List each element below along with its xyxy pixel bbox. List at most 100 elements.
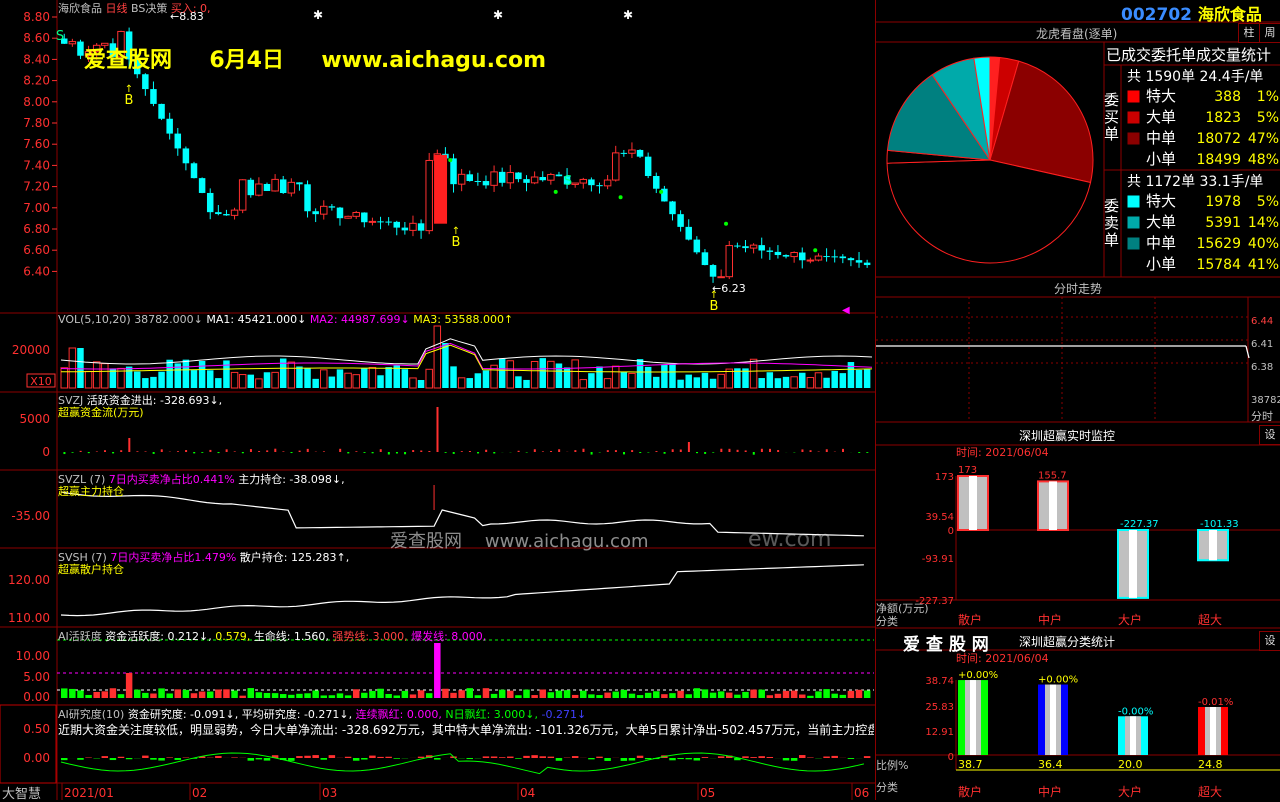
watermark-url: www.aichagu.com <box>321 48 546 73</box>
ai-research-bar <box>758 756 764 758</box>
candle-body-up <box>239 180 245 210</box>
svzj-bar <box>469 451 471 452</box>
svzj-bar <box>664 452 666 454</box>
sell-row-label: 小单 <box>1146 255 1176 273</box>
vol-bar-down <box>134 372 140 388</box>
candle-body-down <box>499 172 505 183</box>
vol-label: VOL(5,10,20) <box>58 313 131 326</box>
intraday-label[interactable]: 分时 <box>1251 408 1273 424</box>
buy-row-label: 小单 <box>1146 150 1176 168</box>
ai-active-bar <box>312 691 318 698</box>
ai-research-bar <box>377 757 383 758</box>
vol-bar-down <box>199 361 205 388</box>
column-button[interactable]: 柱 <box>1238 23 1260 43</box>
vol-bar-down <box>264 372 270 388</box>
ai-active-bar <box>256 692 262 698</box>
panel3-settings-button[interactable]: 设 <box>1259 425 1280 445</box>
ai-active-bar <box>321 695 327 698</box>
candle-body-down <box>191 163 197 178</box>
ai-research-bar <box>312 755 318 758</box>
panel4-change-label: -0.00% <box>1118 706 1153 717</box>
candle-body-down <box>361 213 367 223</box>
ai-active-bar <box>661 694 667 698</box>
panel2-title[interactable]: 分时走势 <box>1054 280 1102 297</box>
svzj-subtitle: 超赢资金流(万元) <box>58 404 144 420</box>
vol-bar-down <box>475 373 481 388</box>
date-label: 02 <box>192 786 207 800</box>
watermark-banner: 爱查股网 6月4日 www.aichagu.com <box>84 42 546 74</box>
panel3-ytick: 39.54 <box>925 512 954 523</box>
ai-research-bar <box>483 756 489 758</box>
ai-research-tick-label: 0.50 <box>23 722 50 736</box>
ai-active-bar <box>856 690 862 698</box>
ai-research-bar <box>296 756 302 758</box>
candle-body-up <box>231 210 237 215</box>
candle-body-up <box>491 172 497 185</box>
ai-active-bar <box>507 691 513 698</box>
ai-research-t4: N日飘红: 3.000↓, <box>445 708 538 721</box>
svzj-bar <box>688 442 690 452</box>
ai-research-box <box>0 705 56 783</box>
ai-research-bar <box>791 758 797 761</box>
date-label: 2021/01 <box>64 786 114 800</box>
ai-research-bar <box>369 756 375 758</box>
panel4-settings-button[interactable]: 设 <box>1259 631 1280 651</box>
svzj-bar <box>745 450 747 452</box>
svzj-bar <box>866 452 868 453</box>
ai-research-bar <box>694 758 700 760</box>
ai-active-bar <box>85 695 91 698</box>
price-tick-label: 8.00 <box>23 95 50 109</box>
chart-area[interactable]: 8.808.608.408.208.007.807.607.407.207.00… <box>0 0 875 800</box>
buy-signal: B <box>452 235 461 250</box>
candle-body-up <box>321 206 327 214</box>
price-tick-label: 6.80 <box>23 222 50 236</box>
ai-active-bar <box>110 688 116 698</box>
ai-active-bar <box>199 692 205 698</box>
ai-active-bar <box>329 695 335 698</box>
svzj-bar <box>299 451 301 452</box>
vol-bar-down <box>775 378 781 388</box>
svzl-ratio: 7日内买卖净占比0.441% <box>109 473 235 486</box>
vol-bar-down <box>329 377 335 388</box>
vol-bar-up <box>345 373 351 388</box>
candle-body-up <box>580 179 586 183</box>
ai-active-bar <box>702 689 708 698</box>
ai-research-bar <box>799 755 805 758</box>
panel3-bar-highlight <box>1049 481 1057 530</box>
intraday-tick-3: 6.38 <box>1251 362 1273 373</box>
candle-body-up <box>815 256 821 260</box>
week-button[interactable]: 周 <box>1259 23 1280 43</box>
candle-body-up <box>426 160 432 230</box>
svzj-bar <box>226 449 228 452</box>
ai-research-bar <box>742 756 748 758</box>
buy-side-label: 委买单 <box>1104 92 1120 143</box>
candle-body-down <box>329 206 335 207</box>
sell-row-swatch <box>1128 217 1139 228</box>
svzj-bar <box>534 449 536 452</box>
ai-active-bar <box>102 691 108 698</box>
candle-body-down <box>775 252 781 255</box>
vol-bar-down <box>402 369 408 388</box>
ai-active-bar <box>767 695 773 698</box>
panel1-title[interactable]: 龙虎看盘(逐单) <box>1036 25 1117 42</box>
candle-body-down <box>312 211 318 214</box>
vol-bar-down <box>467 378 473 388</box>
candle-body-down <box>677 214 683 227</box>
star-marker: ✱ <box>623 8 633 22</box>
panel3-time: 时间: 2021/06/04 <box>956 444 1049 460</box>
sell-row-swatch <box>1128 238 1139 249</box>
ai-research-bar <box>361 758 367 760</box>
svzj-bar <box>153 452 155 454</box>
panel3-category: 大户 <box>1118 612 1142 627</box>
buy-row-label: 中单 <box>1146 129 1176 147</box>
ai-active-bar <box>93 692 99 698</box>
candle-body-down <box>856 260 862 262</box>
ai-active-bar <box>791 691 797 698</box>
indicator-name[interactable]: BS决策 <box>131 2 167 15</box>
ai-research-bar <box>394 758 400 759</box>
sell-row-value: 5391 <box>1205 215 1241 231</box>
period-label[interactable]: 日线 <box>106 2 128 15</box>
ai-active-bar <box>264 693 270 698</box>
ai-research-bar <box>353 758 359 761</box>
vol-bar-down <box>142 378 148 388</box>
